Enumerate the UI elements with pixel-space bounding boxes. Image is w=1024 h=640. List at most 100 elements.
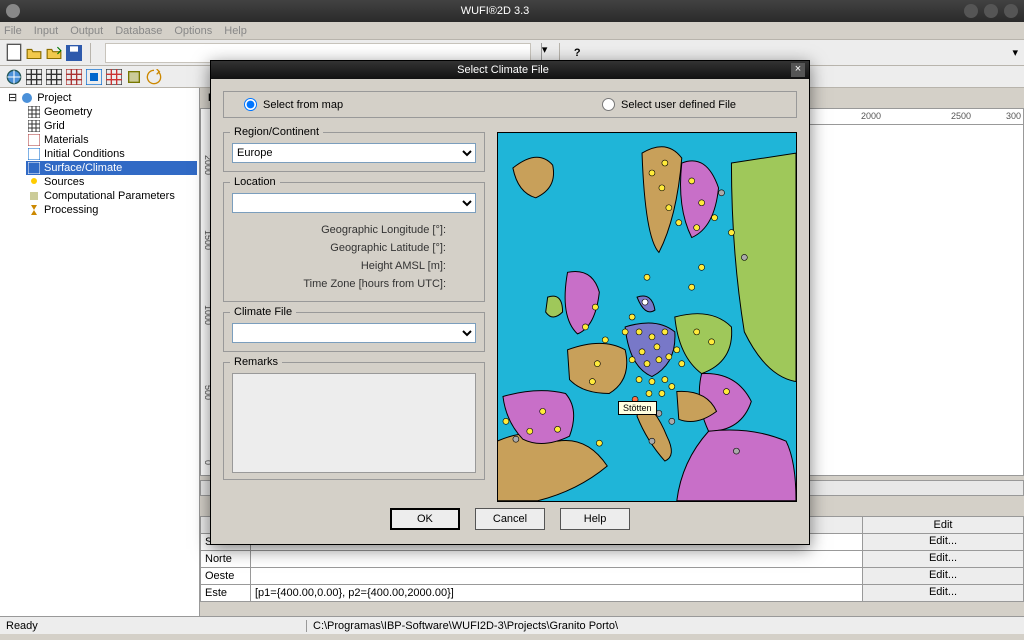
tree-item-initial[interactable]: Initial Conditions (26, 147, 197, 161)
radio-label: Select user defined File (621, 99, 736, 111)
globe-icon (21, 92, 33, 104)
table-row[interactable]: NorteEdit... (200, 550, 1024, 568)
menu-input[interactable]: Input (34, 25, 58, 37)
grid-icon (28, 162, 40, 174)
grid2-icon[interactable] (46, 69, 62, 85)
tree-item-surface-climate[interactable]: Surface/Climate (26, 161, 197, 175)
dropdown-arrow-icon[interactable]: ▾ (1012, 46, 1018, 59)
timezone-label: Time Zone [hours from UTC]: (232, 275, 476, 293)
ruler-tick: 300 (1006, 111, 1021, 121)
maximize-button[interactable] (984, 4, 998, 18)
tree-label: Grid (44, 120, 65, 132)
tree-item-params[interactable]: Computational Parameters (26, 189, 197, 203)
longitude-label: Geographic Longitude [°]: (232, 221, 476, 239)
status-bar: Ready C:\Programas\IBP-Software\WUFI2D-3… (0, 616, 1024, 634)
climate-map[interactable]: Stötten (497, 132, 797, 502)
latitude-label: Geographic Latitude [°]: (232, 239, 476, 257)
gear-icon (28, 190, 40, 202)
app-icon (6, 4, 20, 18)
status-path: C:\Programas\IBP-Software\WUFI2D-3\Proje… (306, 620, 1018, 632)
separator (90, 43, 91, 63)
radio-input[interactable] (602, 98, 615, 111)
minimize-button[interactable] (964, 4, 978, 18)
edit-button[interactable]: Edit... (863, 551, 1023, 567)
tree-item-materials[interactable]: Materials (26, 133, 197, 147)
settings-icon[interactable] (126, 69, 142, 85)
grid3-icon[interactable] (66, 69, 82, 85)
tree-label: Initial Conditions (44, 148, 125, 160)
row-desc: [p1={400.00,0.00}, p2={400.00,2000.00}] (251, 585, 863, 601)
row-name: Este (201, 585, 251, 601)
menubar: File Input Output Database Options Help (0, 22, 1024, 40)
ok-button[interactable]: OK (390, 508, 460, 530)
window-title: WUFI®2D 3.3 (26, 5, 964, 17)
status-text: Ready (6, 620, 306, 632)
bulb-icon (28, 176, 40, 188)
tree-item-grid[interactable]: Grid (26, 119, 197, 133)
grid5-icon[interactable] (106, 69, 122, 85)
tree-root-node[interactable]: ⊟ Project (6, 90, 197, 105)
tree-root-label: Project (37, 92, 71, 104)
cancel-button[interactable]: Cancel (475, 508, 545, 530)
ruler-tick: 2000 (861, 111, 881, 121)
minus-icon[interactable]: ⊟ (8, 91, 17, 104)
grid1-icon[interactable] (26, 69, 42, 85)
close-button[interactable] (1004, 4, 1018, 18)
tree-label: Geometry (44, 106, 92, 118)
table-row[interactable]: Este[p1={400.00,0.00}, p2={400.00,2000.0… (200, 584, 1024, 602)
radio-select-file[interactable]: Select user defined File (602, 98, 736, 111)
edit-button[interactable]: Edit... (863, 568, 1023, 584)
remarks-box (232, 373, 476, 473)
grid-icon (28, 120, 40, 132)
climatefile-select[interactable] (232, 323, 476, 343)
tree-item-processing[interactable]: Processing (26, 203, 197, 217)
row-desc (251, 551, 863, 567)
amsl-label: Height AMSL [m]: (232, 257, 476, 275)
dialog-title: Select Climate File (215, 64, 791, 76)
select-climate-dialog: Select Climate File × Select from map Se… (210, 60, 810, 545)
map-tooltip: Stötten (618, 401, 657, 415)
region-legend: Region/Continent (230, 126, 323, 138)
radio-input[interactable] (244, 98, 257, 111)
grid4-icon[interactable] (86, 69, 102, 85)
edit-button[interactable]: Edit... (863, 534, 1023, 550)
remarks-legend: Remarks (230, 356, 282, 368)
climatefile-legend: Climate File (230, 306, 296, 318)
row-name: Oeste (201, 568, 251, 584)
open-recent-icon[interactable] (46, 45, 62, 61)
grid-icon (28, 134, 40, 146)
help-icon[interactable]: ? (574, 47, 581, 59)
run-icon[interactable] (146, 69, 162, 85)
location-legend: Location (230, 176, 280, 188)
menu-options[interactable]: Options (174, 25, 212, 37)
tree-item-sources[interactable]: Sources (26, 175, 197, 189)
grid-icon (28, 148, 40, 160)
dialog-close-button[interactable]: × (791, 63, 805, 77)
new-icon[interactable] (6, 45, 22, 61)
globe-icon[interactable] (6, 69, 22, 85)
row-desc (251, 568, 863, 584)
menu-output[interactable]: Output (70, 25, 103, 37)
open-icon[interactable] (26, 45, 42, 61)
table-header-edit[interactable]: Edit (863, 517, 1023, 533)
location-select[interactable] (232, 193, 476, 213)
menu-database[interactable]: Database (115, 25, 162, 37)
menu-file[interactable]: File (4, 25, 22, 37)
project-tree: ⊟ Project Geometry Grid Materials Initia… (0, 88, 200, 616)
edit-button[interactable]: Edit... (863, 585, 1023, 601)
radio-select-map[interactable]: Select from map (244, 98, 343, 111)
ruler-tick: 2500 (951, 111, 971, 121)
tree-label: Sources (44, 176, 84, 188)
save-icon[interactable] (66, 45, 82, 61)
tree-label: Computational Parameters (44, 190, 175, 202)
region-select[interactable]: Europe (232, 143, 476, 163)
tree-label: Surface/Climate (44, 162, 122, 174)
grid-icon (28, 106, 40, 118)
radio-label: Select from map (263, 99, 343, 111)
table-row[interactable]: Oeste Edit... (200, 567, 1024, 585)
help-button[interactable]: Help (560, 508, 630, 530)
menu-help[interactable]: Help (224, 25, 247, 37)
tree-label: Materials (44, 134, 89, 146)
hourglass-icon (28, 204, 40, 216)
tree-item-geometry[interactable]: Geometry (26, 105, 197, 119)
